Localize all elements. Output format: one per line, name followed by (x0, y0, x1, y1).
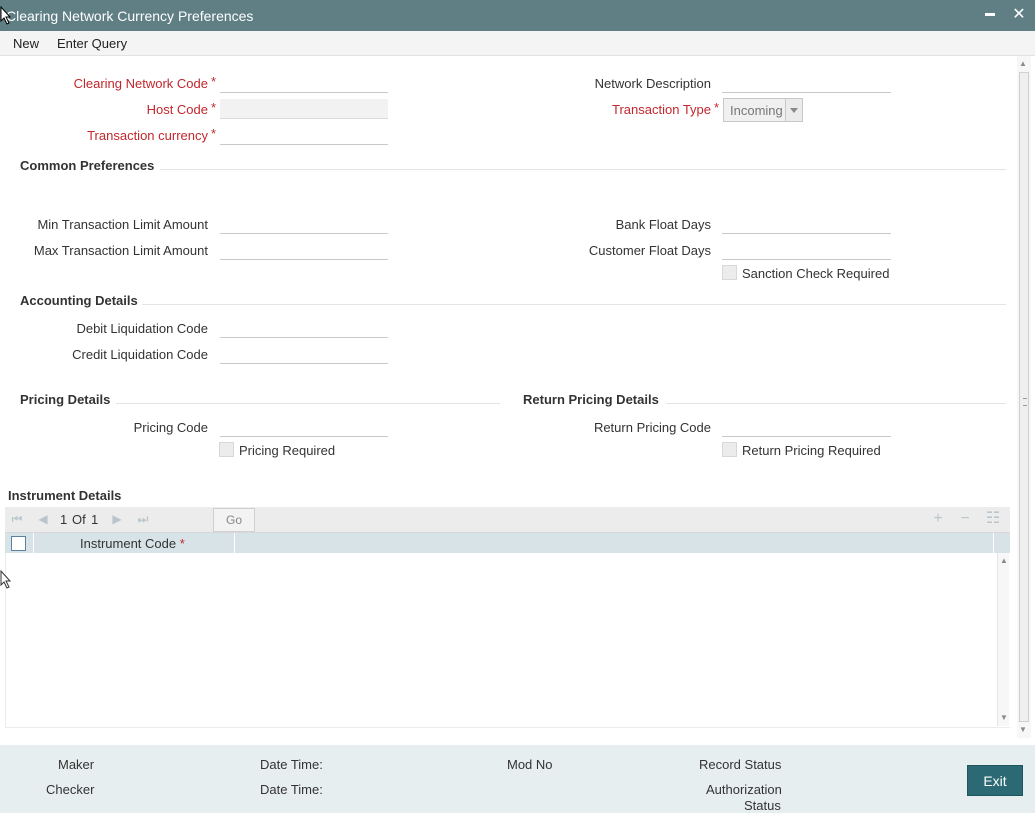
scroll-up-icon[interactable]: ▲ (1019, 59, 1027, 68)
transaction-type-label: Transaction Type (612, 102, 711, 117)
max-limit-input[interactable] (220, 240, 388, 260)
add-row-icon[interactable]: + (929, 510, 947, 528)
bank-float-input[interactable] (722, 214, 891, 234)
min-limit-input[interactable] (220, 214, 388, 234)
clearing-network-code-label: Clearing Network Code (73, 76, 208, 91)
scroll-up-icon[interactable]: ▲ (1000, 556, 1008, 565)
scroll-down-icon[interactable]: ▼ (1000, 713, 1008, 722)
column-header-instrument-code[interactable]: Instrument Code * (80, 536, 185, 551)
instrument-grid-body: ▲ ▼ (5, 553, 1010, 728)
mouse-cursor-icon (0, 570, 12, 589)
window-title: Clearing Network Currency Preferences (6, 8, 254, 24)
sanction-check-label: Sanction Check Required (742, 266, 890, 281)
checker-label: Checker (46, 782, 95, 797)
return-pricing-code-input[interactable] (722, 417, 891, 437)
select-all-checkbox[interactable] (11, 536, 26, 551)
transaction-type-value: Incoming (730, 103, 783, 118)
record-status-label: Record Status (699, 757, 782, 772)
network-description-input[interactable] (722, 73, 891, 93)
first-page-icon[interactable]: ⏮ (9, 511, 25, 527)
authorization-label: Authorization (706, 782, 782, 797)
audit-footer: Maker Checker Date Time: Date Time: Mod … (0, 745, 1035, 813)
common-preferences-heading: Common Preferences (20, 158, 155, 173)
bank-float-label: Bank Float Days (615, 217, 711, 232)
debit-liquidation-input[interactable] (220, 318, 388, 338)
scroll-down-icon[interactable]: ▼ (1019, 725, 1027, 734)
min-limit-label: Min Transaction Limit Amount (37, 217, 208, 232)
transaction-currency-label: Transaction currency (87, 128, 208, 143)
return-pricing-code-label: Return Pricing Code (593, 420, 711, 435)
required-marker: * (211, 100, 217, 115)
section-divider (666, 403, 1006, 404)
close-icon[interactable]: ✕ (1010, 5, 1028, 25)
pricing-required-label: Pricing Required (239, 443, 336, 458)
grip-icon (1023, 398, 1027, 406)
return-pricing-required-label: Return Pricing Required (742, 443, 881, 458)
page-current: 1 (60, 512, 68, 527)
debit-liquidation-label: Debit Liquidation Code (76, 321, 208, 336)
last-page-icon[interactable]: ⏭ (135, 511, 151, 527)
menu-bar: New Enter Query (0, 31, 1035, 56)
menu-new[interactable]: New (13, 36, 39, 51)
mod-no-label: Mod No (507, 757, 553, 772)
previous-page-icon[interactable]: ◀ (35, 511, 51, 527)
go-button[interactable]: Go (213, 508, 255, 532)
sanction-check-checkbox[interactable] (722, 265, 737, 280)
column-divider (234, 533, 235, 553)
page-total: 1 (91, 512, 99, 527)
delete-row-icon[interactable]: − (956, 510, 974, 528)
network-description-label: Network Description (594, 76, 711, 91)
credit-liquidation-input[interactable] (220, 344, 388, 364)
scrollbar-thumb[interactable] (1019, 72, 1029, 722)
instrument-details-heading: Instrument Details (8, 488, 122, 503)
return-pricing-details-heading: Return Pricing Details (523, 392, 659, 407)
instrument-code-header-label: Instrument Code (80, 536, 177, 551)
required-marker: * (714, 100, 720, 115)
exit-button[interactable]: Exit (967, 765, 1023, 796)
return-pricing-required-checkbox[interactable] (722, 442, 737, 457)
section-divider (160, 169, 1006, 170)
transaction-type-select[interactable]: Incoming (723, 98, 803, 122)
grid-scrollbar[interactable]: ▲ ▼ (997, 553, 1009, 726)
required-marker: * (211, 126, 217, 141)
customer-float-input[interactable] (722, 240, 891, 260)
pricing-code-input[interactable] (220, 417, 388, 437)
maker-label: Maker (58, 757, 95, 772)
required-marker: * (179, 536, 185, 551)
pricing-details-heading: Pricing Details (20, 392, 111, 407)
page-scrollbar[interactable]: ▲ ▼ (1017, 56, 1031, 738)
pricing-code-label: Pricing Code (133, 420, 208, 435)
authorization-status-label: Status (744, 798, 781, 813)
column-divider (993, 533, 994, 553)
accounting-details-heading: Accounting Details (20, 293, 138, 308)
credit-liquidation-label: Credit Liquidation Code (72, 347, 208, 362)
clearing-network-code-input[interactable] (220, 73, 388, 93)
customer-float-label: Customer Float Days (588, 243, 711, 258)
pricing-required-checkbox[interactable] (219, 442, 234, 457)
view-row-icon[interactable]: ☷ (984, 510, 1002, 528)
column-divider (33, 533, 34, 553)
checker-date-time-label: Date Time: (260, 782, 323, 797)
next-page-icon[interactable]: ▶ (109, 511, 125, 527)
transaction-currency-input[interactable] (220, 125, 388, 145)
window-title-bar: Clearing Network Currency Preferences ✕ (0, 0, 1035, 31)
section-divider (142, 304, 1006, 305)
required-marker: * (211, 74, 217, 89)
maker-date-time-label: Date Time: (260, 757, 323, 772)
page-of-label: Of (72, 512, 86, 527)
chevron-down-icon (785, 99, 802, 121)
minimize-icon[interactable] (981, 5, 999, 25)
max-limit-label: Max Transaction Limit Amount (33, 243, 208, 258)
section-divider (116, 403, 500, 404)
grid-toolbar: ⏮ ◀ 1 Of 1 ▶ ⏭ Go + − ☷ (5, 507, 1010, 533)
host-code-label: Host Code (146, 102, 208, 117)
menu-enter-query[interactable]: Enter Query (57, 36, 127, 51)
mouse-cursor-icon (0, 6, 12, 25)
grid-header: Instrument Code * (5, 533, 1010, 553)
host-code-input[interactable] (220, 99, 388, 119)
